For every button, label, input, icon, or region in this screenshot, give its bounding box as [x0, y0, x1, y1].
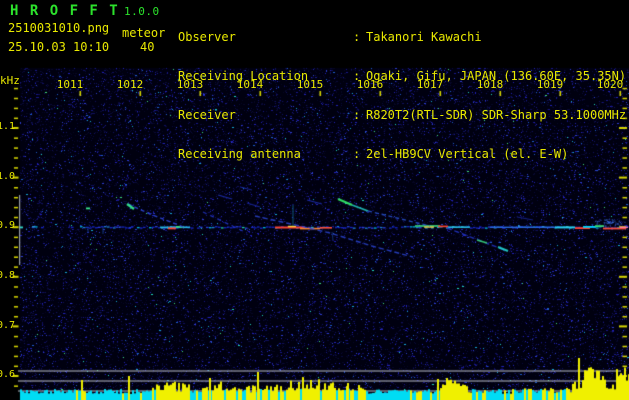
output-filename: 2510031010.png — [8, 21, 110, 35]
receiver-value: R820T2(RTL-SDR) SDR-Sharp 53.1000MHz — [366, 108, 627, 122]
y-axis-unit-label: kHz — [0, 74, 20, 87]
timestamp: 25.10.03 10:10 — [8, 40, 110, 54]
x-axis-tick-label: 1011 — [56, 78, 84, 91]
y-axis-tick-label: 1.0 — [0, 171, 16, 182]
app-title: H R O F F T — [10, 3, 120, 19]
x-axis-tick-label: 1018 — [476, 78, 504, 91]
y-axis-tick-label: 0.6 — [0, 369, 16, 380]
app-version: 1.0.0 — [124, 5, 160, 18]
mode-label: meteor — [122, 26, 166, 40]
colon-separator: : — [353, 30, 361, 44]
x-axis-tick-label: 1014 — [236, 78, 264, 91]
antenna-value: 2el-HB9CV Vertical (el. E-W) — [366, 147, 569, 161]
y-axis-tick-label: 0.7 — [0, 320, 16, 331]
colon-separator: : — [353, 147, 361, 161]
x-axis-tick-label: 1015 — [296, 78, 324, 91]
echo-count: 40 — [140, 40, 155, 54]
y-axis-tick-label: 1.1 — [0, 121, 16, 132]
x-axis-tick-label: 1019 — [536, 78, 564, 91]
y-axis-tick-label: 0.9 — [0, 220, 16, 231]
info-row-observer: Observer: Takanori Kawachi — [178, 30, 482, 44]
info-row-antenna: Receiving antenna:2el-HB9CV Vertical (el… — [178, 147, 569, 161]
y-axis-tick-label: 0.8 — [0, 270, 16, 281]
hrofft-output-image: H R O F F T 1.0.0 2510031010.png meteor … — [0, 0, 629, 400]
x-axis-tick-label: 1020 — [596, 78, 624, 91]
info-row-receiver: Receiver: R820T2(RTL-SDR) SDR-Sharp 53.10… — [178, 108, 627, 122]
station-info: Observer: Takanori Kawachi Receiving Loca… — [178, 5, 626, 187]
x-axis-tick-label: 1012 — [116, 78, 144, 91]
observer-value: Takanori Kawachi — [366, 30, 482, 44]
x-axis-tick-label: 1013 — [176, 78, 204, 91]
x-axis-tick-label: 1017 — [416, 78, 444, 91]
x-axis-tick-label: 1016 — [356, 78, 384, 91]
colon-separator: : — [353, 108, 361, 122]
